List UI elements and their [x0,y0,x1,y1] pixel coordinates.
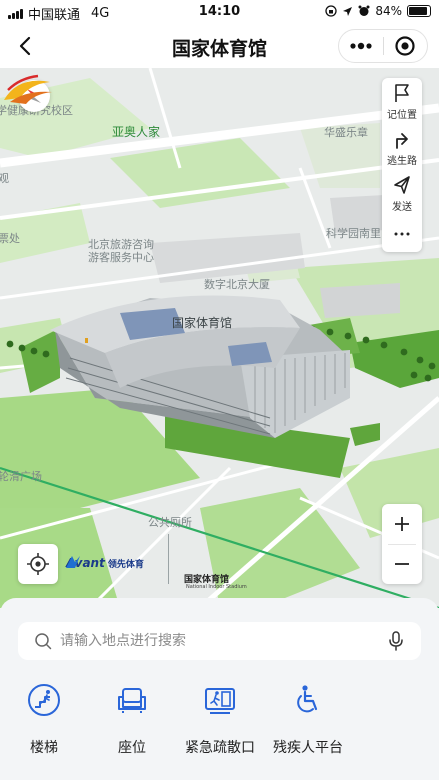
map-label-ticket: 票处 [0,232,20,245]
seat-icon [114,682,150,718]
emergency-exit-icon [202,682,238,718]
map-label-skating: 轮滑广场 [0,470,42,483]
plus-icon [395,517,409,531]
battery-fill [409,7,428,15]
turn-arrow-icon [396,133,408,149]
escape-route-label: 逃生路 [387,156,417,167]
crosshair-icon [27,553,49,575]
stadium-logo-subtext: National Indoor Stadium [186,584,247,590]
map-label-guan: 观 [0,172,9,185]
quick-action-label: 楼梯 [30,740,58,756]
map-label-asian-games: 亚奥人家 [112,125,161,139]
map-tools-panel: 记位置 逃生路 发送 [382,78,422,252]
more-tools-button[interactable] [382,216,422,252]
flag-icon [395,84,409,102]
avant-logo: Avant 领先体育 [66,556,144,570]
status-bar: 中国联通 4G 14:10 84% [0,0,439,24]
map-label-huasheng: 华盛乐章 [324,126,368,139]
more-menu-button[interactable] [345,30,377,62]
quick-action-seat[interactable]: 座位 [88,682,176,757]
stadium-logo-icon [4,74,52,104]
zoom-out-button[interactable] [382,544,422,584]
quick-action-label: 紧急疏散口 [185,740,255,756]
location-arrow-icon [343,6,353,16]
more-dots-icon [350,42,372,50]
search-input[interactable] [60,631,380,651]
quick-action-emergency-exit[interactable]: 紧急疏散口 [176,682,264,757]
target-close-icon [395,36,415,56]
zoom-in-button[interactable] [382,504,422,544]
mark-location-button[interactable]: 记位置 [382,78,422,124]
mini-program-capsule [338,29,428,63]
nav-bar: 国家体育馆 [0,24,439,68]
avant-mark-icon [66,556,80,568]
brand-divider [168,534,169,584]
capsule-divider [383,37,384,55]
send-button[interactable]: 发送 [382,170,422,216]
battery-percent: 84% [375,4,402,18]
minus-icon [395,563,409,565]
quick-action-label: 残疾人平台 [273,740,343,756]
status-right: 84% [325,4,431,18]
paper-plane-icon [394,176,410,194]
orientation-lock-icon [325,5,337,17]
map-label-stadium: 国家体育馆 [172,316,233,330]
avant-logo-cn: 领先体育 [107,559,144,570]
quick-action-label: 座位 [118,740,146,756]
accessibility-icon [290,682,326,718]
map-label-toilet: 公共厕所 [148,516,192,529]
microphone-icon[interactable] [385,630,407,652]
map-view[interactable]: 学健康研究校区 亚奥人家 华盛乐章 观 票处 北京旅游咨询 游客服务中心 数字北… [0,68,439,608]
send-label: 发送 [392,202,412,213]
map-label-tourist-center-2: 游客服务中心 [88,251,154,264]
map-label-digital-building: 数字北京大厦 [204,278,270,291]
alarm-icon [358,5,370,16]
search-icon [35,633,52,650]
locate-me-button[interactable] [18,544,58,584]
close-mini-program-button[interactable] [389,30,421,62]
battery-icon [407,5,431,17]
bottom-sheet: 楼梯 座位 紧急疏散口 残疾人平台 [0,598,439,780]
more-dots-icon [394,232,410,236]
escape-route-button[interactable]: 逃生路 [382,124,422,170]
search-bar[interactable] [18,622,421,660]
map-label-science-park: 科学园南里 [326,227,381,240]
quick-action-stairs[interactable]: 楼梯 [0,682,88,757]
mark-location-label: 记位置 [387,110,417,121]
stairs-icon [26,682,62,718]
map-canvas [0,68,439,608]
zoom-controls [382,504,422,584]
quick-action-accessibility[interactable]: 残疾人平台 [264,682,352,757]
